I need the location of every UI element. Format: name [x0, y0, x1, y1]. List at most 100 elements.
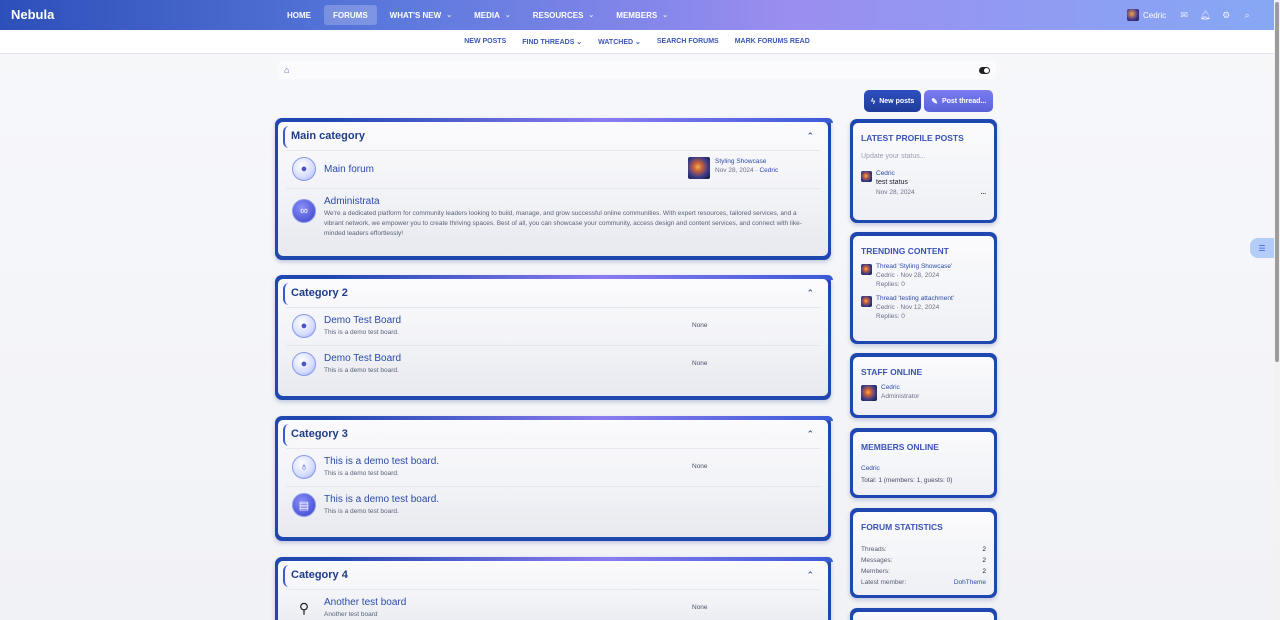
forum-node[interactable]: ▤ This is a demo test board. This is a d…	[286, 486, 820, 524]
forum-title[interactable]: This is a demo test board.	[324, 456, 439, 467]
subnav-watched[interactable]: WATCHED ⌄	[598, 38, 641, 46]
chevron-down-icon[interactable]: ⌄	[505, 11, 511, 19]
widget-body: LATEST PROFILE POSTS Update your status.…	[853, 123, 994, 220]
nav-members[interactable]: MEMBERS ⌄	[607, 5, 677, 25]
category-title[interactable]: Category 3	[291, 428, 348, 440]
widget-title[interactable]: STAFF ONLINE	[861, 357, 986, 383]
trending-item[interactable]: Thread 'testing attachment' Cedric · Nov…	[861, 294, 986, 321]
category-block: Category 2 ⌃ ● Demo Test Board This is a…	[275, 275, 833, 400]
inbox-icon[interactable]: ✉	[1176, 7, 1192, 23]
forum-title[interactable]: This is a demo test board.	[324, 494, 439, 505]
last-post-thread[interactable]: Styling Showcase	[715, 157, 778, 166]
nav-whats-new[interactable]: WHAT'S NEW ⌄	[381, 5, 461, 25]
forum-title[interactable]: Main forum	[324, 164, 374, 175]
chevron-up-icon[interactable]: ⌃	[806, 131, 814, 142]
status-input[interactable]: Update your status...	[861, 149, 986, 169]
category-title[interactable]: Main category	[291, 130, 365, 142]
stat-value: 2	[982, 568, 986, 575]
forum-node[interactable]: ● Main forum Styling Showcase Nov 28, 20…	[286, 150, 820, 188]
stat-label: Messages:	[861, 557, 893, 564]
home-icon[interactable]: ⌂	[284, 65, 289, 75]
latest-member-link[interactable]: DohTheme	[954, 577, 986, 588]
trending-meta: Cedric · Nov 28, 2024	[876, 272, 940, 279]
gear-icon[interactable]: ⚙	[1218, 7, 1234, 23]
nav-home[interactable]: HOME	[278, 5, 320, 25]
chevron-up-icon[interactable]: ⌃	[806, 429, 814, 440]
stat-row: Latest member: DohTheme	[861, 577, 986, 588]
chat-bubble-icon: ●	[292, 157, 316, 181]
chevron-up-icon[interactable]: ⌃	[806, 570, 814, 581]
list-toggle-icon[interactable]: ☰	[1250, 238, 1274, 258]
widget-title[interactable]: LATEST PROFILE POSTS	[861, 123, 986, 149]
new-posts-button[interactable]: ϟ New posts	[864, 90, 922, 112]
site-logo[interactable]: Nebula	[11, 7, 54, 22]
chevron-up-icon[interactable]: ⌃	[806, 288, 814, 299]
last-post-none: None	[692, 463, 708, 470]
widget-title[interactable]: MEMBERS ONLINE	[861, 432, 986, 458]
nav-media[interactable]: MEDIA ⌄	[465, 5, 520, 25]
last-post-none: None	[692, 360, 708, 367]
more-icon[interactable]: ...	[981, 188, 986, 197]
trending-title[interactable]: Thread 'testing attachment'	[876, 294, 954, 303]
forum-title[interactable]: Administrata	[324, 196, 380, 207]
scrollbar[interactable]	[1274, 0, 1280, 620]
last-post-none: None	[692, 604, 708, 611]
nav-forums[interactable]: FORUMS	[324, 5, 377, 25]
post-thread-button[interactable]: ✎ Post thread...	[924, 90, 994, 112]
post-author[interactable]: Cedric	[876, 169, 986, 178]
sub-navigation: NEW POSTS FIND THREADS ⌄ WATCHED ⌄ SEARC…	[0, 30, 1274, 54]
category-header[interactable]: Main category ⌃	[278, 122, 828, 150]
last-post-user[interactable]: Cedric	[759, 167, 778, 174]
category-title[interactable]: Category 2	[291, 287, 348, 299]
widget-title[interactable]: FORUM STATISTICS	[861, 512, 986, 544]
online-total: Total: 1 (members: 1, guests: 0)	[861, 477, 953, 484]
search-icon: ⚲	[298, 599, 310, 616]
forum-node[interactable]: ● Demo Test Board This is a demo test bo…	[286, 307, 820, 345]
post-text: test status	[876, 179, 908, 186]
widget-body: MEMBERS ONLINE Cedric Total: 1 (members:…	[853, 432, 994, 495]
category-body: Main category ⌃ ● Main forum Styling Sho…	[278, 122, 828, 256]
search-icon[interactable]: ⌕	[1239, 7, 1255, 23]
chevron-down-icon[interactable]: ⌄	[588, 11, 594, 19]
category-block: Category 4 ⌃ ⚲ Another test board Anothe…	[275, 557, 833, 620]
forum-node[interactable]: ♁ This is a demo test board. This is a d…	[286, 448, 820, 486]
category-header[interactable]: Category 3 ⌃	[278, 420, 828, 448]
nav-resources[interactable]: RESOURCES ⌄	[524, 5, 604, 25]
forum-title[interactable]: Demo Test Board	[324, 315, 401, 326]
forum-node[interactable]: ⚲ Another test board Another test board …	[286, 589, 820, 620]
subnav-mark-read[interactable]: MARK FORUMS READ	[735, 38, 810, 45]
post-date: Nov 28, 2024	[876, 189, 915, 196]
category-header[interactable]: Category 4 ⌃	[278, 561, 828, 589]
subnav-search-forums[interactable]: SEARCH FORUMS	[657, 38, 719, 45]
forum-title[interactable]: Demo Test Board	[324, 353, 401, 364]
avatar[interactable]	[861, 385, 877, 401]
last-post[interactable]: Styling Showcase Nov 28, 2024 · Cedric	[688, 157, 778, 179]
subnav-find-threads[interactable]: FIND THREADS ⌄	[522, 38, 582, 46]
subnav-new-posts[interactable]: NEW POSTS	[464, 38, 506, 45]
staff-name[interactable]: Cedric	[881, 383, 919, 392]
forum-node[interactable]: ● Demo Test Board This is a demo test bo…	[286, 345, 820, 383]
chat-bubble-icon: ●	[292, 314, 316, 338]
profile-post: Cedric test status Nov 28, 2024 ...	[861, 169, 986, 197]
trending-item[interactable]: Thread 'Styling Showcase' Cedric · Nov 2…	[861, 262, 986, 289]
user-area: Cedric ✉ 🔔︎ ⚙ ⌕	[1127, 7, 1260, 23]
account-menu[interactable]: Cedric	[1127, 9, 1166, 21]
category-body: Category 4 ⌃ ⚲ Another test board Anothe…	[278, 561, 828, 620]
chevron-down-icon[interactable]: ⌄	[662, 11, 668, 19]
post-thread-label: Post thread...	[941, 97, 987, 105]
forum-title[interactable]: Another test board	[324, 597, 406, 608]
category-title[interactable]: Category 4	[291, 569, 348, 581]
online-member[interactable]: Cedric	[861, 458, 986, 476]
top-navigation-bar: Nebula HOME FORUMS WHAT'S NEW ⌄ MEDIA ⌄ RE…	[0, 0, 1274, 30]
style-toggle[interactable]	[979, 66, 990, 74]
widget-title[interactable]: TRENDING CONTENT	[861, 236, 986, 262]
chat-bubble-icon: ●	[292, 352, 316, 376]
chevron-down-icon[interactable]: ⌄	[446, 11, 452, 19]
avatar[interactable]	[861, 171, 872, 182]
forum-node[interactable]: ∞ Administrata We're a dedicated platfor…	[286, 188, 820, 240]
widget-body	[853, 612, 994, 620]
category-header[interactable]: Category 2 ⌃	[278, 279, 828, 307]
trending-title[interactable]: Thread 'Styling Showcase'	[876, 262, 952, 271]
account-username: Cedric	[1143, 10, 1167, 20]
bell-icon[interactable]: 🔔︎	[1197, 7, 1213, 23]
